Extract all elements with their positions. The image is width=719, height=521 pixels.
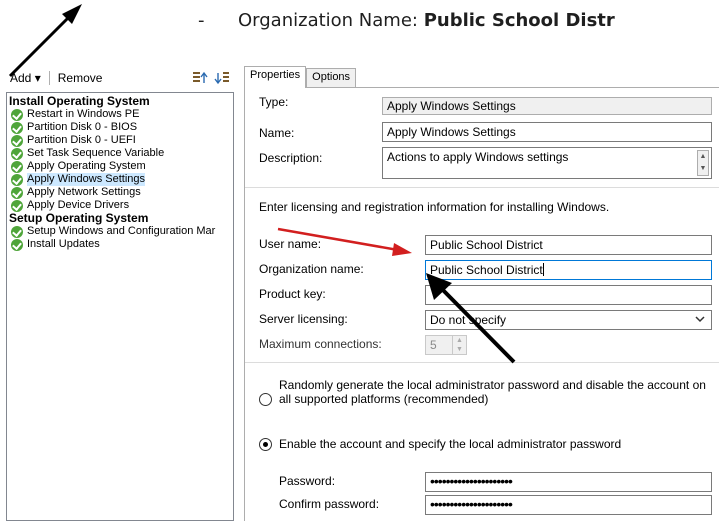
tree-item-label: Apply Operating System — [27, 160, 146, 172]
confirm-password-label: Confirm password: — [279, 497, 380, 511]
organization-name-label: Organization name: — [259, 262, 364, 276]
tab-options[interactable]: Options — [306, 68, 357, 88]
checkmark-icon — [11, 147, 23, 160]
enable-account-text: Enable the account and specify the local… — [279, 437, 622, 451]
checkmark-icon — [11, 186, 23, 199]
tree-group[interactable]: Setup Operating System — [7, 212, 233, 225]
properties-pane: Properties Options Type: Apply Windows S… — [244, 66, 719, 521]
text-caret — [542, 263, 544, 276]
tree-group[interactable]: Install Operating System — [7, 95, 233, 108]
move-up-icon[interactable] — [192, 71, 208, 85]
tab-strip: Properties Options — [244, 66, 357, 88]
move-down-icon[interactable] — [214, 71, 230, 85]
add-menu-button[interactable]: Add ▾ — [6, 71, 45, 85]
enable-account-radio[interactable] — [259, 438, 272, 451]
server-licensing-value: Do not specify — [430, 313, 507, 327]
properties-panel: Type: Apply Windows Settings Name: Apply… — [244, 87, 719, 521]
tree-step[interactable]: Install Updates — [7, 238, 233, 251]
toolbar-divider — [48, 71, 50, 85]
name-field[interactable]: Apply Windows Settings — [382, 122, 712, 142]
tree-step[interactable]: Partition Disk 0 - UEFI — [7, 134, 233, 147]
description-text: Actions to apply Windows settings — [387, 150, 569, 164]
type-label: Type: — [259, 95, 289, 109]
description-field[interactable]: Actions to apply Windows settings ▲ ▼ — [382, 147, 712, 179]
max-connections-value: 5 — [430, 338, 437, 352]
section-divider — [245, 187, 719, 188]
organization-name-field[interactable]: Public School District — [425, 260, 712, 280]
licensing-hint: Enter licensing and registration informa… — [259, 200, 610, 214]
description-label: Description: — [259, 151, 323, 165]
tree-step[interactable]: Set Task Sequence Variable — [7, 147, 233, 160]
organization-name-value: Public School District — [430, 263, 543, 277]
task-sequence-tree[interactable]: Install Operating System Restart in Windo… — [6, 92, 234, 521]
spin-buttons-icon: ▲ ▼ — [452, 336, 466, 354]
password-label: Password: — [279, 474, 336, 488]
checkmark-icon — [11, 238, 23, 251]
doc-label: Organization Name: — [238, 10, 424, 31]
product-key-field[interactable] — [425, 285, 712, 305]
random-password-text: Randomly generate the local administrato… — [279, 378, 706, 406]
description-scrollbar[interactable]: ▲ ▼ — [697, 150, 709, 176]
server-licensing-select[interactable]: Do not specify — [425, 310, 712, 330]
doc-value: Public School Distr — [423, 10, 615, 31]
tree-item-label: Set Task Sequence Variable — [27, 147, 165, 159]
user-name-field[interactable]: Public School District — [425, 235, 712, 255]
tree-step[interactable]: Apply Network Settings — [7, 186, 233, 199]
tree-step[interactable]: Setup Windows and Configuration Mar — [7, 225, 233, 238]
chevron-down-icon — [695, 313, 705, 329]
tree-step[interactable]: Apply Operating System — [7, 160, 233, 173]
tree-step[interactable]: Apply Windows Settings — [7, 173, 233, 186]
remove-button[interactable]: Remove — [54, 71, 107, 85]
password-field[interactable]: ••••••••••••••••••••• — [425, 472, 712, 492]
document-text: - Organization Name: Public School Distr — [198, 10, 615, 31]
tab-properties[interactable]: Properties — [244, 66, 307, 88]
task-sequence-pane: Add ▾ Remove Install Operating System Res… — [6, 66, 234, 521]
checkmark-icon — [11, 134, 23, 147]
tree-item-label: Partition Disk 0 - UEFI — [27, 134, 136, 146]
tree-step[interactable]: Restart in Windows PE — [7, 108, 233, 121]
confirm-password-field[interactable]: ••••••••••••••••••••• — [425, 495, 712, 515]
product-key-label: Product key: — [259, 287, 326, 301]
max-connections-label: Maximum connections: — [259, 337, 382, 351]
checkmark-icon — [11, 121, 23, 134]
user-name-label: User name: — [259, 237, 322, 251]
tree-item-label: Install Updates — [27, 238, 100, 250]
checkmark-icon — [11, 108, 23, 121]
tree-item-label: Setup Operating System — [9, 211, 149, 225]
tree-item-label: Apply Windows Settings — [27, 173, 145, 186]
tree-step[interactable]: Partition Disk 0 - BIOS — [7, 121, 233, 134]
chevron-down-icon: ▾ — [34, 71, 41, 85]
random-password-radio[interactable] — [259, 393, 272, 406]
tree-item-label: Apply Network Settings — [27, 186, 141, 198]
checkmark-icon — [11, 173, 23, 186]
section-divider — [245, 362, 719, 363]
checkmark-icon — [11, 225, 23, 238]
name-label: Name: — [259, 126, 295, 140]
tree-toolbar: Add ▾ Remove — [6, 66, 234, 90]
tree-item-label: Partition Disk 0 - BIOS — [27, 121, 138, 133]
checkmark-icon — [11, 160, 23, 173]
type-field: Apply Windows Settings — [382, 97, 712, 115]
add-label: Add — [10, 71, 32, 85]
tree-item-label: Restart in Windows PE — [27, 108, 140, 120]
bullet-dash: - — [198, 10, 205, 31]
server-licensing-label: Server licensing: — [259, 312, 348, 326]
checkmark-icon — [11, 199, 23, 212]
max-connections-stepper: 5 ▲ ▼ — [425, 335, 467, 355]
tree-item-label: Install Operating System — [9, 94, 150, 108]
tree-item-label: Setup Windows and Configuration Mar — [27, 225, 216, 237]
